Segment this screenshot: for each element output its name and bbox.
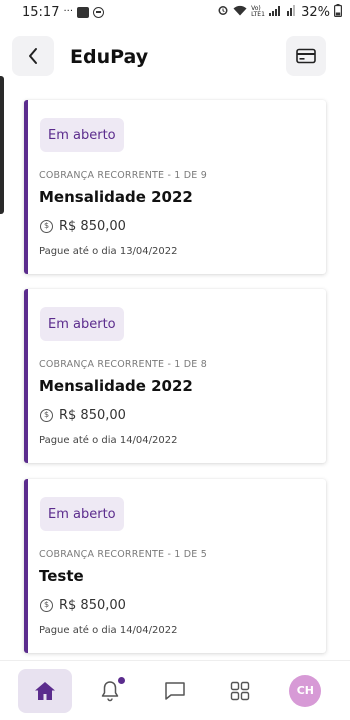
coin-icon: $	[40, 220, 53, 233]
battery-icon	[334, 3, 343, 21]
status-left: 15:17 ···	[22, 4, 105, 20]
notification-dot	[117, 676, 125, 684]
charge-title: Mensalidade 2022	[39, 188, 193, 206]
amount-row: $ R$ 850,00	[40, 598, 126, 613]
nav-profile[interactable]: CH	[278, 669, 332, 713]
card-button[interactable]	[286, 36, 326, 76]
credit-card-icon	[296, 48, 316, 64]
charge-card[interactable]: Em aberto COBRANÇA RECORRENTE - 1 DE 8 M…	[24, 289, 326, 463]
status-badge: Em aberto	[40, 497, 124, 531]
due-date: Pague até o dia 14/04/2022	[39, 625, 178, 636]
ellipsis-icon: ···	[63, 6, 74, 17]
bottom-nav: CH	[0, 660, 350, 720]
status-right: Vo) LTE1 32%	[217, 3, 343, 21]
amount-row: $ R$ 850,00	[40, 408, 126, 423]
status-badge: Em aberto	[40, 307, 124, 341]
scroll-indicator[interactable]	[0, 76, 4, 214]
charge-card[interactable]: Em aberto COBRANÇA RECORRENTE - 1 DE 9 M…	[24, 100, 326, 274]
amount-row: $ R$ 850,00	[40, 219, 126, 234]
due-date: Pague até o dia 13/04/2022	[39, 246, 178, 257]
nav-apps[interactable]	[213, 669, 267, 713]
wifi-icon	[233, 5, 247, 20]
do-not-disturb-icon	[93, 6, 105, 18]
network-label: Vo) LTE1	[251, 5, 265, 18]
nav-notifications[interactable]	[83, 669, 137, 713]
nav-home[interactable]	[17, 668, 72, 713]
charge-amount: R$ 850,00	[59, 408, 126, 423]
charge-card[interactable]: Em aberto COBRANÇA RECORRENTE - 1 DE 5 T…	[24, 479, 326, 653]
nav-messages[interactable]	[148, 669, 202, 713]
signal-icon-2	[287, 4, 297, 20]
charge-title: Mensalidade 2022	[39, 377, 193, 395]
status-badge: Em aberto	[40, 118, 124, 152]
chevron-left-icon	[29, 48, 37, 64]
charge-amount: R$ 850,00	[59, 598, 126, 613]
status-bar: 15:17 ··· Vo) LTE1 32%	[0, 0, 350, 24]
chat-icon	[165, 681, 185, 700]
charge-amount: R$ 850,00	[59, 219, 126, 234]
recurrence-label: COBRANÇA RECORRENTE - 1 DE 8	[39, 359, 207, 370]
charge-title: Teste	[39, 567, 84, 585]
app-notification-icon	[77, 6, 90, 18]
coin-icon: $	[40, 599, 53, 612]
signal-icon	[269, 5, 283, 20]
status-time: 15:17	[22, 4, 60, 20]
battery-level: 32%	[301, 4, 330, 20]
grid-icon	[230, 681, 250, 700]
app-header: EduPay	[0, 34, 350, 78]
recurrence-label: COBRANÇA RECORRENTE - 1 DE 5	[39, 549, 207, 560]
coin-icon: $	[40, 409, 53, 422]
bell-icon	[101, 680, 119, 701]
recurrence-label: COBRANÇA RECORRENTE - 1 DE 9	[39, 170, 207, 181]
back-button[interactable]	[12, 36, 54, 76]
due-date: Pague até o dia 14/04/2022	[39, 435, 178, 446]
page-title: EduPay	[70, 46, 149, 68]
home-icon	[34, 681, 55, 700]
avatar: CH	[289, 674, 322, 707]
alarm-icon	[217, 4, 229, 20]
